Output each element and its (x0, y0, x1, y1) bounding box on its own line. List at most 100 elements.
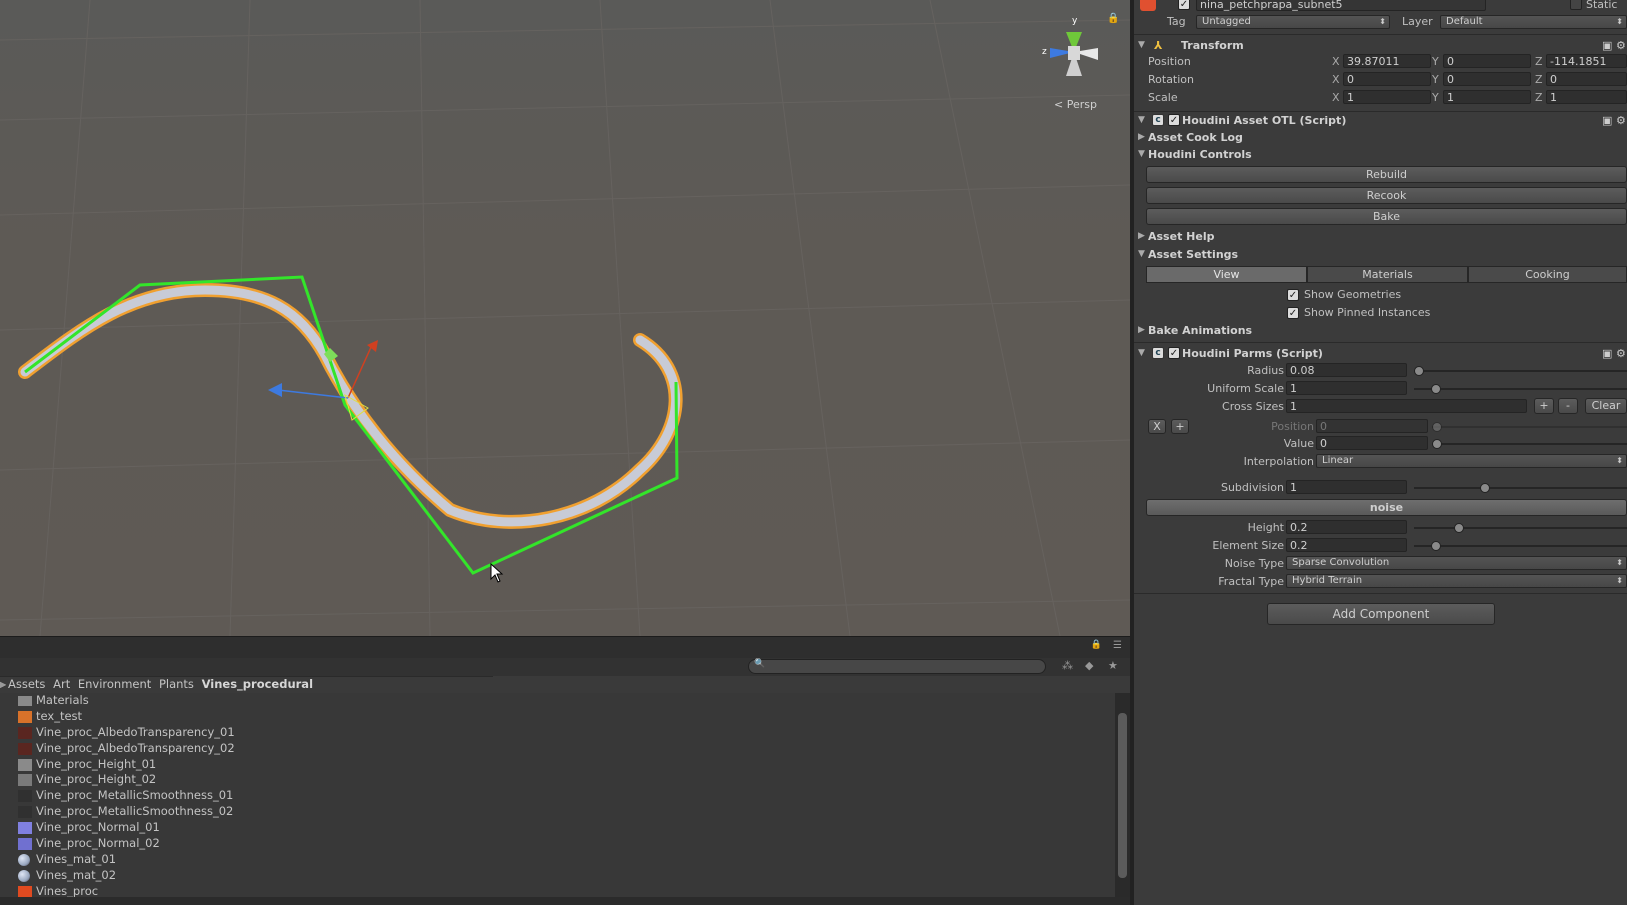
subdivision-field[interactable]: 1 (1286, 480, 1407, 494)
transform-header[interactable]: ▼ ⅄ Transform ▣ ⚙ (1134, 37, 1627, 54)
tag-dropdown[interactable]: Untagged (1196, 15, 1390, 29)
breadcrumb-item-plants[interactable]: Plants (159, 677, 194, 691)
ramp-add-button[interactable]: + (1171, 419, 1189, 434)
otl-enabled-checkbox[interactable]: ✓ (1168, 114, 1180, 126)
otl-component-header[interactable]: ▼ c ✓ Houdini Asset OTL (Script) ▣ ⚙ (1134, 112, 1627, 129)
lock-icon[interactable]: 🔒 (1107, 13, 1119, 24)
ramp-position-field[interactable]: 0 (1316, 419, 1428, 433)
noise-type-dropdown[interactable]: Sparse Convolution (1286, 556, 1627, 570)
cross-sizes-add-button[interactable]: + (1534, 398, 1554, 414)
list-item[interactable]: Vine_proc_Height_01 (0, 757, 1115, 773)
ramp-value-slider-knob[interactable] (1432, 439, 1442, 449)
scale-z-field[interactable]: 1 (1546, 90, 1627, 104)
cross-sizes-clear-button[interactable]: Clear (1585, 398, 1627, 414)
cross-sizes-remove-button[interactable]: - (1558, 398, 1578, 414)
scrollbar-thumb[interactable] (1118, 713, 1127, 878)
recook-button[interactable]: Recook (1146, 187, 1627, 204)
list-item[interactable]: Vines_proc (0, 884, 1115, 897)
ramp-delete-button[interactable]: X (1148, 419, 1166, 434)
gear-icon[interactable]: ⚙ (1616, 345, 1626, 362)
radius-slider-knob[interactable] (1414, 366, 1424, 376)
breadcrumb-item-assets[interactable]: Assets (8, 677, 45, 691)
position-x-field[interactable]: 39.87011 (1343, 54, 1431, 68)
list-item[interactable]: Vine_proc_MetallicSmoothness_01 (0, 788, 1115, 804)
radius-slider[interactable] (1414, 370, 1627, 372)
vine-curve[interactable] (0, 0, 1130, 636)
bake-button[interactable]: Bake (1146, 208, 1627, 225)
layer-dropdown[interactable]: Default (1440, 15, 1627, 29)
list-item[interactable]: Vines_mat_01 (0, 852, 1115, 868)
radius-field[interactable]: 0.08 (1286, 363, 1407, 377)
tab-view[interactable]: View (1146, 266, 1307, 283)
project-search-input[interactable] (748, 659, 1046, 674)
element-size-slider[interactable] (1414, 545, 1627, 547)
add-component-button[interactable]: Add Component (1267, 603, 1495, 625)
scene-view[interactable]: y z 🔒 < Persp (0, 0, 1130, 636)
houdini-controls-foldout[interactable]: ▼ Houdini Controls (1134, 146, 1627, 163)
rotation-z-field[interactable]: 0 (1546, 72, 1627, 86)
list-item[interactable]: Vines_mat_02 (0, 868, 1115, 884)
orientation-gizmo-icon[interactable]: y z (1036, 14, 1112, 90)
scale-x-field[interactable]: 1 (1343, 90, 1431, 104)
asset-cook-log-foldout[interactable]: ▶ Asset Cook Log (1134, 129, 1627, 146)
list-item[interactable]: tex_test (0, 709, 1115, 725)
help-book-icon[interactable]: ▣ (1602, 345, 1612, 362)
projection-label[interactable]: < Persp (1054, 98, 1097, 111)
uniform-scale-slider[interactable] (1414, 388, 1627, 390)
subdivision-slider-knob[interactable] (1480, 483, 1490, 493)
list-item[interactable]: Vine_proc_AlbedoTransparency_02 (0, 741, 1115, 757)
favorites-icon[interactable]: ★ (1108, 659, 1118, 672)
list-item[interactable]: Vine_proc_MetallicSmoothness_02 (0, 804, 1115, 820)
list-item[interactable]: Vine_proc_Height_02 (0, 772, 1115, 788)
menu-icon[interactable]: ☰ (1113, 640, 1122, 651)
breadcrumb-item-art[interactable]: Art (53, 677, 70, 691)
project-scrollbar[interactable] (1115, 693, 1130, 897)
position-y-field[interactable]: 0 (1443, 54, 1531, 68)
asset-help-foldout[interactable]: ▶ Asset Help (1134, 228, 1627, 245)
show-geometries-checkbox[interactable]: ✓ (1287, 289, 1299, 301)
bake-animations-foldout[interactable]: ▶ Bake Animations (1134, 322, 1627, 339)
show-pinned-checkbox[interactable]: ✓ (1287, 307, 1299, 319)
rotation-x-field[interactable]: 0 (1343, 72, 1431, 86)
help-book-icon[interactable]: ▣ (1602, 112, 1612, 129)
fractal-type-dropdown[interactable]: Hybrid Terrain (1286, 574, 1627, 588)
breadcrumb-item-environment[interactable]: Environment (78, 677, 151, 691)
cross-sizes-field[interactable]: 1 (1286, 399, 1527, 413)
element-size-field[interactable]: 0.2 (1286, 538, 1407, 552)
subdivision-slider[interactable] (1414, 487, 1627, 489)
gear-icon[interactable]: ⚙ (1616, 112, 1626, 129)
interpolation-dropdown[interactable]: Linear (1316, 454, 1627, 468)
filter-label-icon[interactable]: ◆ (1085, 659, 1093, 672)
ramp-value-slider[interactable] (1432, 443, 1627, 445)
height-slider-knob[interactable] (1454, 523, 1464, 533)
list-item[interactable]: Vine_proc_Normal_01 (0, 820, 1115, 836)
list-item[interactable]: Materials (0, 693, 1115, 709)
ramp-position-slider-knob[interactable] (1432, 422, 1442, 432)
tab-materials[interactable]: Materials (1307, 266, 1468, 283)
ramp-position-slider[interactable] (1432, 426, 1627, 428)
static-checkbox[interactable] (1570, 0, 1582, 10)
rotation-y-field[interactable]: 0 (1443, 72, 1531, 86)
object-active-checkbox[interactable]: ✓ (1178, 0, 1190, 10)
asset-settings-foldout[interactable]: ▼ Asset Settings (1134, 246, 1627, 263)
scale-y-field[interactable]: 1 (1443, 90, 1531, 104)
uniform-scale-field[interactable]: 1 (1286, 381, 1407, 395)
height-slider[interactable] (1414, 527, 1627, 529)
element-size-slider-knob[interactable] (1431, 541, 1441, 551)
position-z-field[interactable]: -114.1851 (1546, 54, 1627, 68)
lock-icon[interactable]: 🔒 (1091, 640, 1102, 650)
tab-cooking[interactable]: Cooking (1468, 266, 1627, 283)
breadcrumb-item-vines-procedural[interactable]: Vines_procedural (202, 677, 313, 691)
list-item[interactable]: Vine_proc_Normal_02 (0, 836, 1115, 852)
parms-enabled-checkbox[interactable]: ✓ (1168, 347, 1180, 359)
rebuild-button[interactable]: Rebuild (1146, 166, 1627, 183)
object-name-field[interactable]: nina_petchprapa_subnet5 (1196, 0, 1486, 11)
help-book-icon[interactable]: ▣ (1602, 37, 1612, 54)
height-field[interactable]: 0.2 (1286, 520, 1407, 534)
uniform-scale-slider-knob[interactable] (1431, 384, 1441, 394)
filter-type-icon[interactable]: ⁂ (1062, 659, 1073, 672)
parms-component-header[interactable]: ▼ c ✓ Houdini Parms (Script) ▣ ⚙ (1134, 345, 1627, 362)
noise-folder-button[interactable]: noise (1146, 499, 1627, 516)
list-item[interactable]: Vine_proc_AlbedoTransparency_01 (0, 725, 1115, 741)
gear-icon[interactable]: ⚙ (1616, 37, 1626, 54)
